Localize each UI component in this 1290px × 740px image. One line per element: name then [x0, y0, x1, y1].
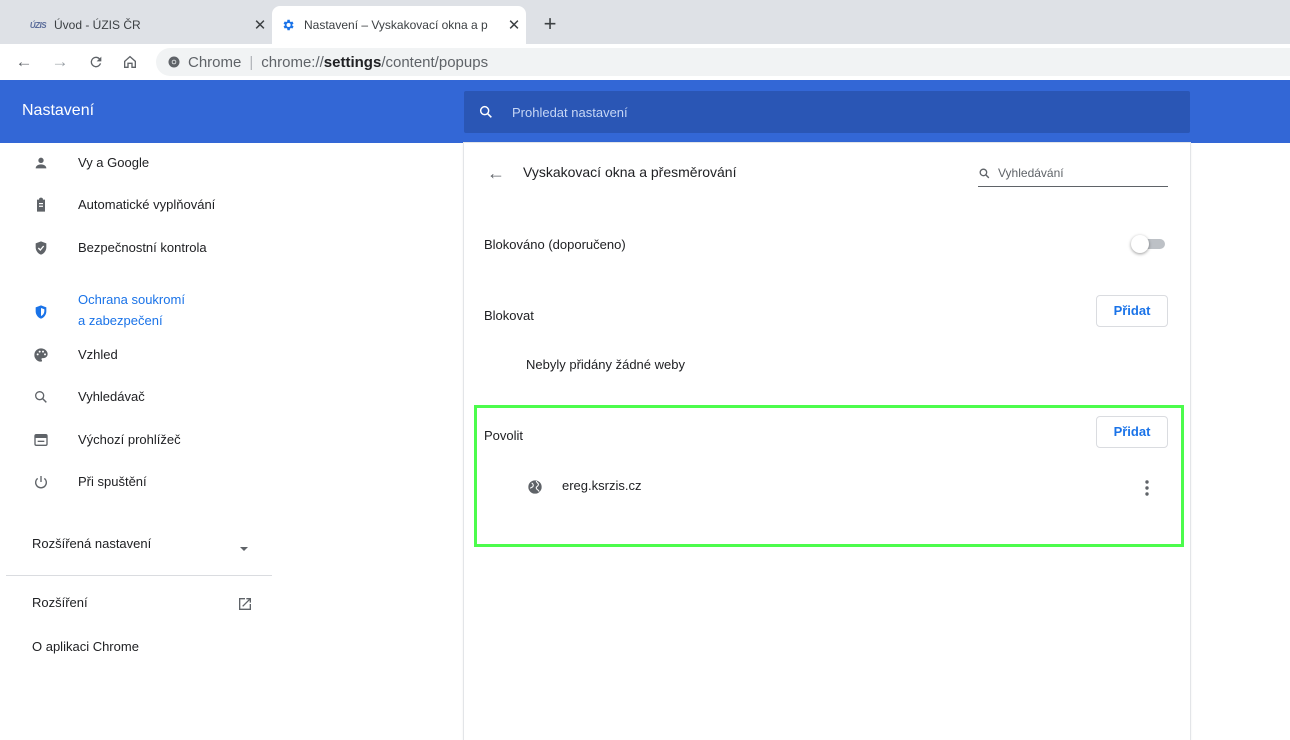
url-prefix: chrome:// [261, 53, 324, 71]
open-external-icon[interactable] [237, 596, 253, 612]
globe-icon [527, 479, 543, 495]
chrome-chip: Chrome [156, 54, 241, 71]
blocked-toggle-label: Blokováno (doporučeno) [484, 237, 626, 252]
search-icon [32, 388, 50, 406]
chrome-logo-icon [168, 56, 180, 68]
url-path: /content/popups [381, 53, 489, 71]
close-icon[interactable]: ✕ [248, 16, 272, 34]
sidebar-item-label: a zabezpečení [78, 313, 163, 328]
highlight-box [474, 405, 1184, 547]
back-arrow-icon[interactable]: ← [484, 161, 508, 185]
omnibox-separator: | [249, 53, 254, 71]
person-icon [32, 154, 50, 172]
sidebar-item-label: Vyhledávač [78, 389, 145, 404]
sidebar-item-label: Vy a Google [78, 155, 150, 170]
advanced-settings-label: Rozšířená nastavení [32, 536, 152, 551]
block-empty-message: Nebyly přidány žádné weby [526, 357, 685, 372]
add-block-site-button[interactable]: Přidat [1096, 295, 1168, 327]
search-icon [478, 104, 496, 120]
block-section-label: Blokovat [484, 308, 534, 323]
sidebar-item-label: Bezpečnostní kontrola [78, 240, 207, 255]
sidebar-item-label: Vzhled [78, 347, 118, 362]
sidebar-item-label: Automatické vyplňování [78, 197, 216, 212]
address-bar[interactable]: Chrome | chrome://settings/content/popup… [156, 48, 1290, 76]
tab-strip: ÚZIS Úvod - ÚZIS ČR ✕ Nastavení – Vyskak… [0, 0, 1290, 44]
sidebar-divider [6, 575, 272, 576]
about-chrome-label: O aplikaci Chrome [32, 639, 139, 654]
settings-search-bar[interactable] [464, 91, 1190, 133]
clipboard-icon [32, 196, 50, 214]
url-host: settings [323, 53, 382, 71]
sidebar: Vy a Google Automatické vyplňování Bezpe… [0, 143, 272, 740]
site-name: ereg.ksrzis.cz [562, 478, 642, 493]
uzis-favicon-icon: ÚZIS [29, 20, 47, 30]
toolbar: ← → Chrome | chrome://settings/content/p… [0, 44, 1290, 81]
list-item[interactable]: ereg.ksrzis.cz [527, 478, 1167, 498]
advanced-settings-toggle[interactable]: Rozšířená nastavení [32, 536, 151, 551]
search-icon [978, 167, 992, 180]
subpage-search-field[interactable] [978, 160, 1168, 187]
gear-icon [280, 18, 296, 32]
palette-icon [32, 346, 50, 364]
more-vert-icon[interactable] [1135, 476, 1159, 500]
toggle-knob [1131, 235, 1149, 253]
tab-uzis[interactable]: ÚZIS Úvod - ÚZIS ČR ✕ [22, 6, 272, 44]
settings-search-input[interactable] [510, 103, 1114, 121]
page-title: Nastavení [22, 102, 95, 119]
forward-arrow-icon[interactable]: → [48, 50, 72, 74]
tab-settings[interactable]: Nastavení – Vyskakovací okna a p ✕ [272, 6, 526, 44]
allow-section-label: Povolit [484, 428, 524, 443]
new-tab-button[interactable]: + [536, 12, 564, 40]
settings-header: Nastavení [0, 80, 1290, 143]
tab-title: Úvod - ÚZIS ČR [54, 18, 141, 32]
subpage-search-input[interactable] [996, 165, 1160, 181]
blocked-toggle[interactable] [1131, 235, 1167, 253]
power-icon [32, 473, 50, 491]
chevron-down-icon[interactable] [238, 541, 250, 551]
shield-privacy-icon [32, 303, 50, 321]
add-allow-site-button[interactable]: Přidat [1096, 416, 1168, 448]
home-icon[interactable] [118, 50, 142, 74]
sidebar-item-about-chrome[interactable]: O aplikaci Chrome [32, 639, 139, 654]
subpage-title: Vyskakovací okna a přesměrování [523, 164, 737, 180]
sidebar-item-extensions[interactable]: Rozšíření [32, 595, 88, 610]
tab-title: Nastavení – Vyskakovací okna a p [304, 18, 488, 32]
sidebar-item-label: Ochrana soukromí [78, 292, 185, 307]
extensions-label: Rozšíření [32, 595, 88, 610]
browser-window-icon [32, 431, 50, 449]
shield-check-icon [32, 239, 50, 257]
sidebar-item-label: Při spuštění [78, 474, 147, 489]
close-icon[interactable]: ✕ [502, 16, 526, 34]
reload-icon[interactable] [84, 50, 108, 74]
back-arrow-icon[interactable]: ← [12, 50, 36, 74]
chrome-chip-label: Chrome [188, 53, 242, 71]
sidebar-item-label: Výchozí prohlížeč [78, 432, 181, 447]
